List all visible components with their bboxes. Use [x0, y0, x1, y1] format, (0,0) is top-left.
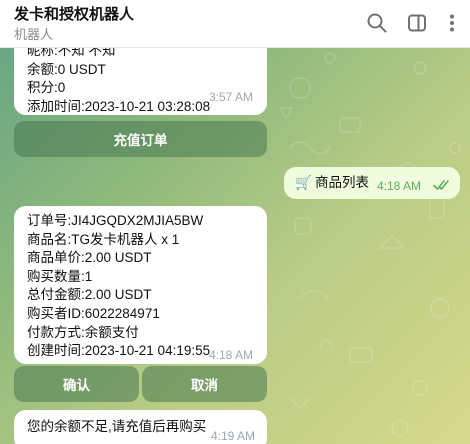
profile-line: 昵称:不知 不知: [27, 48, 116, 58]
sidebar-toggle-icon[interactable]: [405, 11, 429, 35]
order-message: 订单号:JI4JGQDX2MJIA5BW 商品名:TG发卡机器人 x 1 商品单…: [14, 206, 267, 364]
outgoing-message: 🛒 商品列表 4:18 AM: [284, 167, 460, 199]
order-line: 付款方式:余额支付: [27, 324, 139, 340]
chat-title[interactable]: 发卡和授权机器人: [14, 3, 134, 24]
balance-notice-message: 您的余额不足,请充值后再购买 4:19 AM: [14, 410, 267, 444]
profile-line: 余额:0 USDT: [27, 61, 106, 77]
cart-icon: 🛒: [295, 175, 312, 190]
confirm-button[interactable]: 确认: [14, 366, 139, 402]
order-line: 商品单价:2.00 USDT: [27, 250, 152, 266]
message-time: 4:18 AM: [209, 348, 254, 362]
profile-message: 昵称:不知 不知 余额:0 USDT 积分:0 添加时间:2023-10-21 …: [14, 48, 267, 115]
message-time: 3:57 AM: [209, 90, 254, 104]
profile-line: 添加时间:2023-10-21 03:28:08: [27, 98, 211, 114]
search-icon[interactable]: [365, 11, 389, 35]
read-checkmarks-icon: [433, 180, 449, 190]
chat-header: 发卡和授权机器人 机器人: [0, 0, 470, 48]
order-line: 购买者ID:6022284971: [27, 305, 160, 321]
outgoing-text: 商品列表: [315, 175, 369, 190]
recharge-order-button[interactable]: 充值订单: [14, 121, 267, 157]
more-icon[interactable]: [440, 11, 464, 35]
order-line: 总付金额:2.00 USDT: [27, 287, 152, 303]
chat-area[interactable]: 昵称:不知 不知 余额:0 USDT 积分:0 添加时间:2023-10-21 …: [0, 48, 470, 444]
chat-subtitle: 机器人: [14, 27, 54, 42]
order-line: 创建时间:2023-10-21 04:19:55: [27, 343, 211, 359]
order-line: 购买数量:1: [27, 268, 93, 284]
message-time: 4:19 AM: [211, 429, 256, 443]
notice-text: 您的余额不足,请充值后再购买: [27, 419, 207, 434]
profile-line: 积分:0: [27, 80, 66, 96]
order-line: 商品名:TG发卡机器人 x 1: [27, 231, 180, 247]
message-time: 4:18 AM: [377, 179, 422, 193]
cancel-button[interactable]: 取消: [142, 366, 267, 402]
order-line: 订单号:JI4JGQDX2MJIA5BW: [27, 213, 204, 228]
